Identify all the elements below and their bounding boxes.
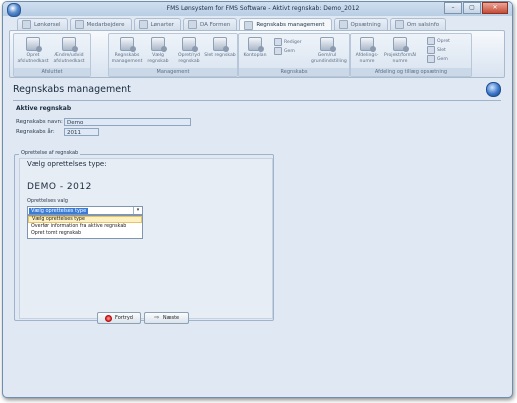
tab-lonkorsel[interactable]: Lønkørsel (17, 18, 68, 30)
ribbon-group-management: Regnskabs management Vælg regnskab Opret… (108, 33, 238, 77)
form-icon (187, 20, 197, 29)
remove-icon (427, 46, 435, 54)
section-title: Aktive regnskab (16, 105, 72, 112)
dropdown-option[interactable]: Opret tomt regnskab (28, 230, 142, 237)
close-button[interactable]: ✕ (482, 2, 508, 14)
pencil-icon (274, 38, 282, 46)
create-button[interactable]: Opret (427, 37, 450, 45)
tab-opsaetning[interactable]: Opsætning (333, 18, 388, 30)
edit-document-icon (62, 37, 78, 52)
group-label: Management (109, 68, 237, 76)
divider (13, 100, 501, 101)
tab-lonarter[interactable]: Lønarter (133, 18, 181, 30)
create-option-label: Oprettelses valg (27, 198, 68, 204)
groupbox-legend: Oprettelse af regnskab (19, 150, 81, 156)
create-type-select[interactable]: Vælg oprettelses type ▾ (27, 206, 143, 215)
delete-button[interactable]: Slet (427, 46, 446, 54)
project-numbers-button[interactable]: Projekt/formål numre (384, 36, 416, 64)
create-type-dropdown: Vælg oprettelses type Overfør informatio… (27, 215, 143, 239)
save-button[interactable]: Gem (274, 47, 295, 55)
ribbon-group-afdeling: Afdelings-numre Projekt/formål numre Opr… (350, 33, 472, 77)
account-name-field[interactable]: Demo (64, 118, 191, 126)
table-icon (248, 37, 264, 52)
payroll-icon (22, 20, 31, 29)
tab-om-salsinfo[interactable]: Om salsinfo (389, 18, 447, 30)
maximize-button[interactable]: ▢ (463, 2, 481, 14)
group-label: Afsluttet (14, 68, 90, 76)
delete-account-button[interactable]: Slet regnskab (204, 36, 236, 59)
settings-icon (338, 20, 348, 29)
group-label: Regnskabs (239, 68, 349, 76)
app-window: FMS Lønsystem for FMS Software - Aktivt … (2, 1, 513, 398)
accounts-management-button[interactable]: Regnskabs management (111, 36, 143, 64)
dropdown-option[interactable]: Overfør information fra aktive regnskab (28, 223, 142, 230)
create-draft-button[interactable]: Opret afslutnedkast (17, 36, 49, 64)
tab-medarbejdere[interactable]: Medarbejdere (69, 18, 132, 30)
select-account-button[interactable]: Vælg regnskab (142, 36, 174, 64)
next-button[interactable]: ⇨ Næste (144, 312, 189, 324)
main-content: Regnskabs management Aktive regnskab Reg… (9, 78, 505, 393)
ribbon-group-afsluttet: Opret afslutnedkast Ændre/udvid afslutne… (13, 33, 91, 77)
accounts-icon (244, 20, 254, 30)
dropdown-option[interactable]: Vælg oprettelses type (28, 216, 142, 223)
chevron-down-icon[interactable]: ▾ (133, 207, 142, 214)
edit-draft-button[interactable]: Ændre/udvid afslutnedkast (53, 36, 85, 64)
wage-types-icon (138, 20, 148, 29)
department-numbers-button[interactable]: Afdelings-numre (351, 36, 383, 64)
account-name-label: Regnskabs navn: (16, 119, 63, 125)
cancel-icon (105, 314, 113, 322)
demo-title: DEMO - 2012 (27, 182, 92, 192)
window-title: FMS Lønsystem for FMS Software - Aktivt … (166, 5, 360, 12)
list-icon (360, 37, 376, 52)
cancel-button[interactable]: Fortryd (97, 312, 141, 324)
chart-of-accounts-button[interactable]: Kontoplan (239, 36, 271, 59)
title-bar: FMS Lønsystem for FMS Software - Aktivt … (3, 2, 512, 17)
add-icon (427, 37, 435, 45)
folder-icon (393, 37, 409, 52)
arrow-right-icon: ⇨ (154, 314, 160, 321)
settings-doc-icon (320, 37, 336, 52)
group-label: Afdeling og tillæg opsætning (351, 68, 471, 76)
app-logo-icon (7, 3, 21, 17)
save-small-button[interactable]: Gem (427, 55, 448, 63)
employees-icon (74, 20, 84, 29)
document-icon (26, 37, 42, 52)
delete-icon (213, 37, 229, 52)
select-icon (151, 37, 167, 52)
globe-icon[interactable] (486, 82, 501, 97)
create-icon (182, 37, 198, 52)
save-icon (274, 47, 282, 55)
save-default-button[interactable]: Gem/rul grundindstilling (311, 36, 347, 64)
edit-button[interactable]: Rediger (274, 38, 302, 46)
account-year-label: Regnskabs år: (16, 129, 55, 135)
wizard-title: Vælg oprettelses type: (27, 160, 107, 168)
ribbon-group-regnskabs: Kontoplan Rediger Gem Gem/rul grundindst… (238, 33, 350, 77)
ribbon-tabs: Lønkørsel Medarbejdere Lønarter DA Forme… (17, 18, 448, 31)
minimize-button[interactable]: – (444, 2, 462, 14)
selected-value: Vælg oprettelses type (29, 208, 89, 214)
info-icon (394, 20, 404, 29)
page-title: Regnskabs management (13, 84, 131, 95)
account-year-field[interactable]: 2011 (64, 128, 99, 136)
create-account-button[interactable]: Opret/ryd regnskab (173, 36, 205, 64)
tab-da-formen[interactable]: DA Formen (182, 18, 238, 30)
ribbon: Opret afslutnedkast Ændre/udvid afslutne… (9, 30, 505, 78)
window-controls: – ▢ ✕ (443, 2, 508, 14)
save-icon (427, 55, 435, 63)
management-icon (120, 37, 136, 52)
